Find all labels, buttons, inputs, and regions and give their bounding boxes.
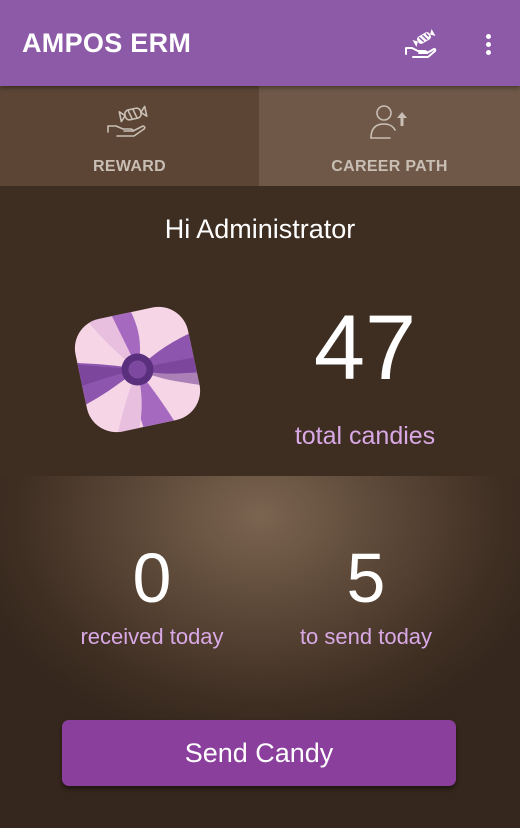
tab-reward[interactable]: REWARD (0, 86, 259, 186)
to-send-today-count: 5 (346, 539, 386, 617)
received-today-label: received today (80, 624, 224, 649)
greeting-text: Hi Administrator (164, 214, 356, 244)
person-arrow-up-icon (366, 102, 414, 142)
tab-bar: REWARD CAREER PATH (0, 86, 520, 186)
candy-icon (60, 292, 215, 447)
tab-reward-label: REWARD (93, 158, 166, 175)
app-bar: AMPOS ERM (0, 0, 520, 86)
candy-hand-icon[interactable] (402, 26, 438, 62)
received-today-count: 0 (132, 539, 172, 617)
more-vert-icon[interactable] (476, 28, 500, 60)
to-send-today-label: to send today (299, 624, 433, 649)
greeting-panel: Hi Administrator 47 total candies (0, 186, 520, 476)
total-candies-label: total candies (294, 422, 436, 450)
candy-hand-icon (105, 102, 153, 142)
app-title: AMPOS ERM (22, 28, 192, 58)
stats-panel: 0 received today 5 to send today Send Ca… (0, 476, 520, 828)
tab-career-path[interactable]: CAREER PATH (259, 86, 520, 186)
send-candy-button[interactable]: Send Candy (62, 720, 456, 786)
total-candies-count: 47 (313, 297, 417, 399)
tab-career-path-label: CAREER PATH (331, 158, 448, 175)
